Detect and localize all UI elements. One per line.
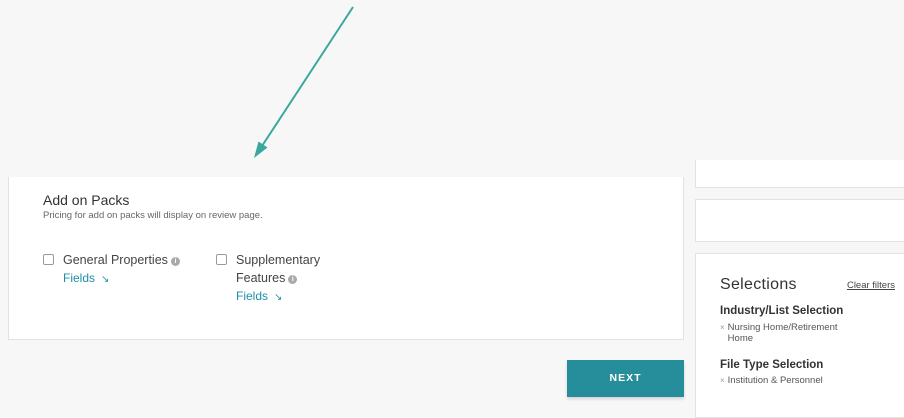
section-subtitle: Pricing for add on packs will display on… [43, 210, 263, 221]
info-icon[interactable]: i [170, 257, 180, 266]
supplementary-features-label-line2: Features [236, 271, 286, 285]
selection-item: × Nursing Home/Retirement Home [720, 322, 838, 344]
industry-list-selection-title: Industry/List Selection [720, 305, 844, 317]
right-panel-top [695, 160, 904, 188]
general-properties-checkbox[interactable] [43, 254, 54, 265]
remove-icon[interactable]: × [720, 376, 725, 385]
supplementary-features-label-line1: Supplementary [236, 253, 321, 267]
next-button[interactable]: NEXT [567, 360, 684, 397]
selections-panel: Selections Clear filters Industry/List S… [695, 253, 904, 418]
info-icon[interactable]: i [288, 275, 298, 284]
supplementary-features-fields-link[interactable]: Fields ↘ [236, 289, 282, 303]
remove-icon[interactable]: × [720, 323, 725, 332]
general-properties-label: General Properties [63, 253, 168, 267]
arrow-down-right-icon: ↘ [274, 292, 283, 303]
add-on-packs-card: Add on Packs Pricing for add on packs wi… [8, 177, 684, 340]
supplementary-features-checkbox[interactable] [216, 254, 227, 265]
file-type-selection-title: File Type Selection [720, 359, 824, 371]
arrow-down-right-icon: ↘ [101, 274, 110, 285]
section-title: Add on Packs [43, 192, 130, 208]
right-panel-middle [695, 199, 904, 242]
selection-item: × Institution & Personnel [720, 375, 823, 386]
general-properties-fields-link[interactable]: Fields ↘ [63, 271, 109, 285]
selections-title: Selections [720, 276, 797, 293]
clear-filters-link[interactable]: Clear filters [847, 280, 895, 291]
